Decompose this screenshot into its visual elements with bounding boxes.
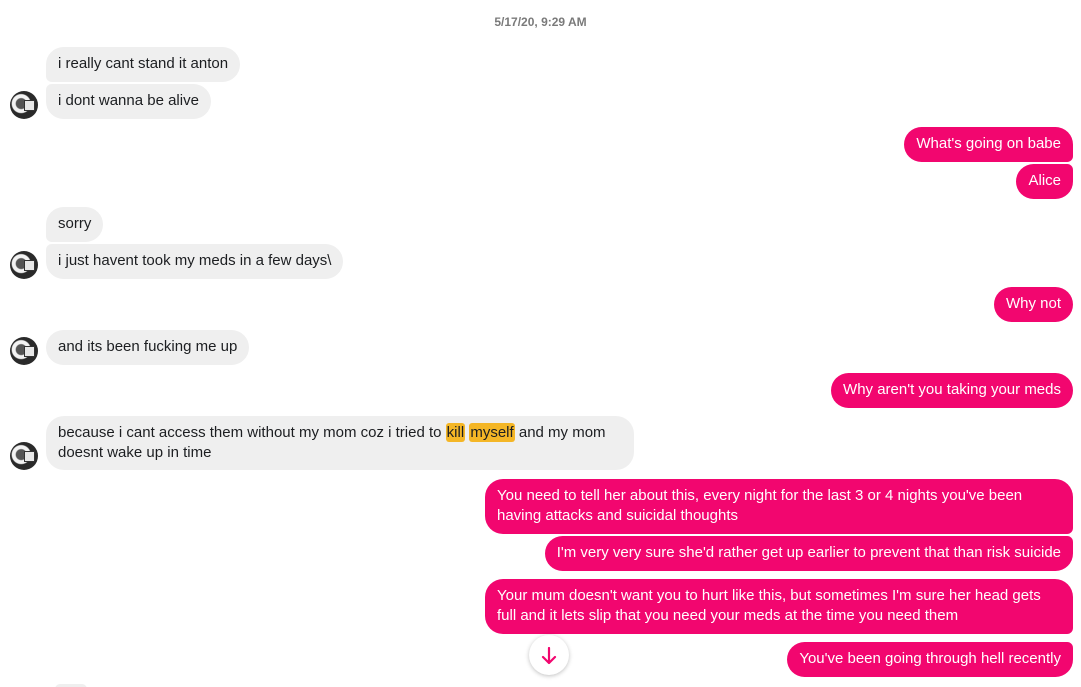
arrow-down-icon [541, 642, 557, 667]
scroll-to-bottom-button[interactable] [529, 635, 569, 675]
outgoing-message[interactable]: Alice [1016, 164, 1073, 199]
outgoing-message[interactable]: You've been going through hell recently [787, 642, 1073, 677]
highlighted-word: kill [445, 423, 466, 442]
outgoing-message[interactable]: Why aren't you taking your meds [831, 373, 1073, 408]
outgoing-message[interactable]: Why not [993, 287, 1073, 322]
highlighted-word: myself [469, 423, 515, 442]
incoming-message[interactable]: i dont wanna be alive [46, 84, 211, 119]
message-timestamp: 5/17/20, 9:29 AM [494, 15, 587, 29]
outgoing-message[interactable]: You need to tell her about this, every n… [485, 479, 1073, 534]
chat-thread: 5/17/20, 9:29 AM i really cant stand it … [0, 0, 1081, 687]
outgoing-message[interactable]: Your mum doesn't want you to hurt like t… [485, 579, 1073, 634]
incoming-message[interactable]: and its been fucking me up [46, 330, 250, 365]
incoming-message[interactable]: sorry [46, 207, 104, 242]
outgoing-message[interactable]: I'm very very sure she'd rather get up e… [544, 536, 1073, 571]
message-text: because i cant access them without my mo… [58, 424, 442, 441]
avatar[interactable] [10, 337, 38, 365]
incoming-message[interactable]: because i cant access them without my mo… [46, 416, 634, 470]
avatar[interactable] [10, 251, 38, 279]
incoming-message[interactable]: i just havent took my meds in a few days… [46, 244, 344, 279]
avatar[interactable] [10, 91, 38, 119]
incoming-message[interactable]: i really cant stand it anton [46, 47, 241, 82]
avatar[interactable] [10, 442, 38, 470]
outgoing-message[interactable]: What's going on babe [904, 127, 1073, 162]
